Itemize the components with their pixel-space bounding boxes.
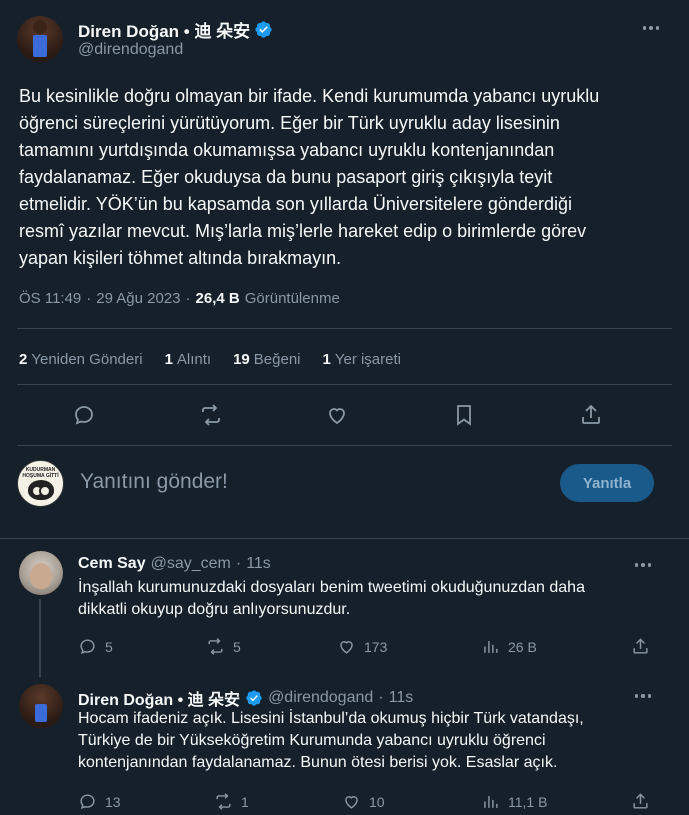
like-icon[interactable]: 10: [342, 792, 385, 811]
share-icon[interactable]: [631, 792, 650, 811]
tweet-text-line: yapan kişileri töhmet altında bırakmayın…: [19, 248, 342, 268]
retweet-icon[interactable]: 5: [206, 637, 241, 656]
tweet-actions: [0, 403, 689, 429]
retweet-count: 5: [233, 638, 241, 655]
reply-input[interactable]: [80, 470, 500, 494]
avatar-podium: [35, 704, 47, 722]
reply-avatar[interactable]: [19, 551, 63, 595]
avatar-podium: [33, 35, 47, 57]
reply-header: Diren Doğan • 迪 朵安 @direndogand · 11s: [78, 686, 413, 710]
reply-text-line: kontenjanından faydalanamaz. Bunun ötesi…: [78, 754, 558, 771]
divider: [0, 538, 689, 539]
separator: ·: [235, 555, 242, 572]
reply-icon[interactable]: [72, 403, 98, 429]
author-name-row[interactable]: Diren Doğan • 迪 朵安: [78, 17, 273, 42]
avatar-figure: [33, 20, 47, 34]
reply-composer: KUDURMANHOŞUMA GİTTİ Yanıtla: [0, 452, 689, 520]
avatar-face: [30, 563, 52, 589]
tweet-text-line: Bu kesinlikle doğru olmayan bir ifade. K…: [19, 86, 600, 106]
reply-author-handle[interactable]: @direndogand: [268, 689, 373, 707]
reply-time[interactable]: 11s: [389, 689, 414, 707]
reply-author-handle[interactable]: @say_cem: [151, 555, 231, 573]
tweet-text-line: tamamını yurtdışında okumamışsa yabancı …: [19, 140, 555, 160]
stat-likes[interactable]: 19 Beğeni: [233, 351, 300, 368]
tweet-time[interactable]: ÖS 11:49: [19, 290, 81, 307]
view-count: 26 B: [508, 638, 537, 655]
reply-text-line: İnşallah kurumunuzdaki dosyaları benim t…: [78, 579, 585, 596]
thread-line: [39, 599, 41, 677]
reply-avatar[interactable]: [19, 684, 63, 728]
tweet-text-line: resmî yazılar mevcut. Mış’larla miş’lerl…: [19, 221, 587, 241]
view-count: 11,1 B: [508, 793, 548, 810]
reply-author-name[interactable]: Diren Doğan • 迪 朵安: [78, 686, 240, 710]
avatar-face: [27, 480, 54, 500]
retweet-count: 1: [241, 793, 249, 810]
like-icon[interactable]: 173: [337, 637, 387, 656]
separator: ·: [378, 689, 384, 706]
reply-count: 5: [105, 638, 113, 655]
more-options-icon[interactable]: [632, 554, 654, 576]
avatar-caption: KUDURMAN HOŞUMA GİTTİ: [22, 467, 59, 479]
retweet-icon[interactable]: [199, 403, 225, 429]
bookmark-icon[interactable]: [452, 403, 478, 429]
reply-text-line: Hocam ifadeniz açık. Lisesini İstanbul’d…: [78, 710, 584, 727]
reply-author-name[interactable]: Cem Say: [78, 555, 146, 573]
share-icon[interactable]: [631, 637, 650, 656]
reply-text-line: dikkatli okuyup doğru anlıyorsunuzdur.: [78, 601, 351, 618]
tweet-text: Bu kesinlikle doğru olmayan bir ifade. K…: [19, 83, 669, 272]
verified-badge-icon: [255, 21, 272, 38]
reply-count: 13: [105, 793, 121, 810]
stat-quotes[interactable]: 1 Alıntı: [165, 351, 212, 368]
reply-text: Hocam ifadeniz açık. Lisesini İstanbul’d…: [78, 708, 658, 774]
divider: [17, 328, 672, 329]
more-options-icon[interactable]: [632, 685, 654, 707]
reply-time[interactable]: 11s: [246, 555, 271, 573]
views-icon[interactable]: 26 B: [481, 637, 537, 656]
reply-actions: 13 1 10 11,1 B: [78, 792, 668, 812]
share-icon[interactable]: [579, 403, 605, 429]
reply-button[interactable]: Yanıtla: [560, 464, 654, 502]
tweet-meta: ÖS 11:49 · 29 Ağu 2023 · 26,4 B Görüntül…: [19, 290, 340, 307]
tweet-text-line: öğrenci süreçlerini yürütüyorum. Eğer bi…: [19, 113, 560, 133]
divider: [17, 384, 672, 385]
reply-icon[interactable]: 5: [78, 637, 113, 656]
reply-header: Cem Say @say_cem · 11s: [78, 555, 271, 573]
reply-text-line: Türkiye de bir Yükseköğretim Kurumunda y…: [78, 732, 546, 749]
divider: [17, 445, 672, 446]
reply-text: İnşallah kurumunuzdaki dosyaları benim t…: [78, 577, 658, 621]
reply-actions: 5 5 173 26 B: [78, 637, 668, 657]
tweet-stats: 2 Yeniden Gönderi 1 Alıntı 19 Beğeni 1 Yer i…: [19, 351, 423, 368]
stat-retweets[interactable]: 2 Yeniden Gönderi: [19, 351, 143, 368]
reply-icon[interactable]: 13: [78, 792, 121, 811]
verified-badge-icon: [246, 690, 262, 706]
stat-bookmarks[interactable]: 1 Yer işareti: [323, 351, 402, 368]
retweet-icon[interactable]: 1: [214, 792, 249, 811]
current-user-avatar[interactable]: KUDURMAN HOŞUMA GİTTİ: [17, 460, 64, 507]
views-label: Görüntülenme: [244, 290, 340, 307]
more-options-icon[interactable]: [640, 17, 662, 39]
author-handle[interactable]: @direndogand: [78, 41, 183, 59]
meta-separator: ·: [185, 290, 191, 307]
author-avatar[interactable]: [17, 16, 63, 62]
views-count: 26,4 B: [195, 290, 240, 307]
like-icon[interactable]: [325, 403, 351, 429]
meta-separator: ·: [86, 290, 92, 307]
tweet-text-line: etmelidir. YÖK’ün bu kapsamda son yıllar…: [19, 194, 572, 214]
tweet-text-line: faydalanamaz. Eğer okuduysa da bunu pasa…: [19, 167, 553, 187]
like-count: 10: [369, 793, 385, 810]
author-name[interactable]: Diren Doğan • 迪 朵安: [78, 17, 250, 42]
tweet-date[interactable]: 29 Ağu 2023: [96, 290, 180, 307]
like-count: 173: [364, 638, 388, 655]
views-icon[interactable]: 11,1 B: [481, 792, 547, 811]
